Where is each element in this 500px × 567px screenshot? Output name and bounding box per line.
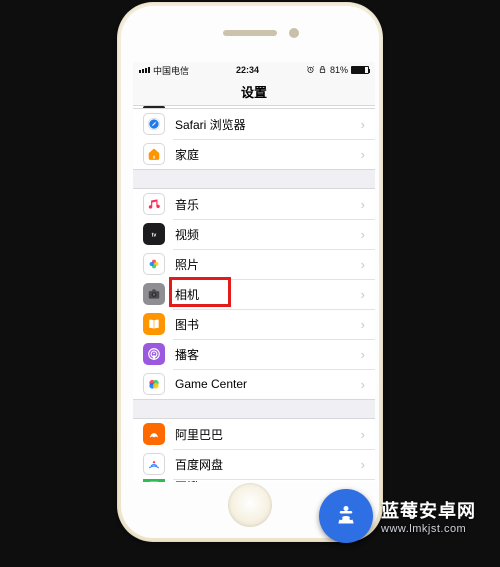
clock: 22:34 xyxy=(236,65,259,75)
safari-icon xyxy=(143,113,165,135)
row-label: 图书 xyxy=(175,316,361,333)
chevron-right-icon: › xyxy=(361,227,365,242)
earpiece xyxy=(223,30,277,36)
battery-icon xyxy=(351,66,369,74)
row-label: 相机 xyxy=(175,286,361,303)
row-label: 百度网盘 xyxy=(175,456,361,473)
watermark: 蓝莓安卓网 www.lmkjst.com xyxy=(319,489,476,543)
chevron-right-icon: › xyxy=(361,317,365,332)
settings-group: 阿里巴巴›百度网盘›豆瓣› xyxy=(133,418,375,482)
settings-row-alibaba[interactable]: 阿里巴巴› xyxy=(133,419,375,449)
svg-text:tv: tv xyxy=(152,232,157,238)
home-icon xyxy=(143,143,165,165)
screen: 中国电信 22:34 81% 设置 Safari 浏览器›家庭›音乐›tv xyxy=(133,62,375,482)
chevron-right-icon: › xyxy=(361,117,365,132)
row-label: 照片 xyxy=(175,256,361,273)
page-title: 设置 xyxy=(241,82,267,101)
settings-row-camera[interactable]: 相机› xyxy=(133,279,375,309)
row-label: Safari 浏览器 xyxy=(175,116,361,133)
watermark-title: 蓝莓安卓网 xyxy=(381,497,476,523)
camera-icon xyxy=(143,283,165,305)
books-icon xyxy=(143,313,165,335)
settings-row-home[interactable]: 家庭› xyxy=(133,139,375,169)
row-label: 播客 xyxy=(175,346,361,363)
settings-group: 音乐›tv视频›照片›相机›图书›播客›Game Center› xyxy=(133,188,375,400)
settings-group: Safari 浏览器›家庭› xyxy=(133,108,375,170)
chevron-right-icon: › xyxy=(361,287,365,302)
settings-row-cutoff[interactable]: 豆瓣› xyxy=(133,479,375,482)
photos-icon xyxy=(143,253,165,275)
lock-icon xyxy=(318,65,327,76)
settings-row-music[interactable]: 音乐› xyxy=(133,189,375,219)
settings-row-books[interactable]: 图书› xyxy=(133,309,375,339)
row-label: 家庭 xyxy=(175,146,361,163)
signal-icon xyxy=(139,67,150,73)
chevron-right-icon: › xyxy=(361,427,365,442)
row-label: 阿里巴巴 xyxy=(175,426,361,443)
baidu-icon xyxy=(143,453,165,475)
row-label: 视频 xyxy=(175,226,361,243)
alarm-icon xyxy=(306,65,315,76)
device-inner: 中国电信 22:34 81% 设置 Safari 浏览器›家庭›音乐›tv xyxy=(121,6,379,538)
battery-pct: 81% xyxy=(330,65,348,75)
settings-row-baidu[interactable]: 百度网盘› xyxy=(133,449,375,479)
chevron-right-icon: › xyxy=(361,479,365,482)
home-button[interactable] xyxy=(228,483,272,527)
chevron-right-icon: › xyxy=(361,147,365,162)
status-bar: 中国电信 22:34 81% xyxy=(133,62,375,78)
front-camera xyxy=(289,28,299,38)
nav-bar: 设置 xyxy=(133,78,375,106)
settings-row-podcasts[interactable]: 播客› xyxy=(133,339,375,369)
row-label: 豆瓣 xyxy=(175,479,361,482)
alibaba-icon xyxy=(143,423,165,445)
chevron-right-icon: › xyxy=(361,377,365,392)
chevron-right-icon: › xyxy=(361,347,365,362)
tv-icon: tv xyxy=(143,223,165,245)
settings-row-gamecenter[interactable]: Game Center› xyxy=(133,369,375,399)
settings-row-safari[interactable]: Safari 浏览器› xyxy=(133,109,375,139)
gamecenter-icon xyxy=(143,373,165,395)
carrier-label: 中国电信 xyxy=(153,64,189,77)
device-frame: 中国电信 22:34 81% 设置 Safari 浏览器›家庭›音乐›tv xyxy=(117,2,383,542)
settings-row-photos[interactable]: 照片› xyxy=(133,249,375,279)
chevron-right-icon: › xyxy=(361,257,365,272)
chevron-right-icon: › xyxy=(361,197,365,212)
music-icon xyxy=(143,193,165,215)
generic-icon xyxy=(143,479,165,482)
watermark-badge-icon xyxy=(319,489,373,543)
row-label: 音乐 xyxy=(175,196,361,213)
watermark-url: www.lmkjst.com xyxy=(381,523,476,535)
settings-row-tv[interactable]: tv 视频› xyxy=(133,219,375,249)
settings-list[interactable]: Safari 浏览器›家庭›音乐›tv视频›照片›相机›图书›播客›Game C… xyxy=(133,106,375,482)
row-label: Game Center xyxy=(175,377,361,391)
chevron-right-icon: › xyxy=(361,457,365,472)
podcasts-icon xyxy=(143,343,165,365)
